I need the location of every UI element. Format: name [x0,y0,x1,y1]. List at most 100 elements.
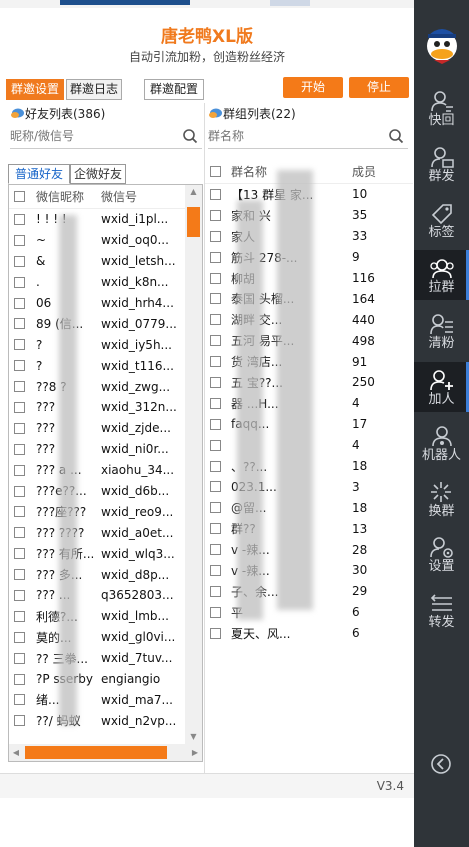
group-checkbox[interactable] [210,335,221,347]
groups-search[interactable] [208,125,408,149]
arrow-left-circle-icon[interactable] [429,752,453,776]
friend-checkbox[interactable] [14,318,25,330]
sidebar-item-person-gear[interactable]: 设置 [414,529,469,579]
sidebar-item-person-send[interactable]: 群发 [414,139,469,189]
friend-checkbox[interactable] [14,297,25,309]
select-all-groups-checkbox[interactable] [210,166,221,177]
tab-group-invite-log[interactable]: 群邀日志 [66,79,122,100]
friend-checkbox[interactable] [14,234,25,246]
sidebar-item-forward[interactable]: 转发 [414,585,469,635]
friend-checkbox[interactable] [14,360,25,372]
friend-row[interactable]: ???座???wxid_reo9... [9,501,202,522]
scroll-up-icon[interactable]: ▲ [185,185,202,199]
friend-row[interactable]: 莫的... wxid_gl0vi... [9,627,202,648]
friend-row[interactable]: ??? 多...wxid_d8p... [9,564,202,585]
friend-row[interactable]: 06 wxid_hrh4... [9,293,202,314]
friend-row[interactable]: ? wxid_iy5h... [9,334,202,355]
group-checkbox[interactable] [210,272,221,284]
friends-search-input[interactable] [10,125,202,147]
group-checkbox[interactable] [210,564,221,576]
stop-button[interactable]: 停止 [349,77,409,98]
friend-row[interactable]: . wxid_k8n... [9,272,202,293]
friend-row[interactable]: ??? ????wxid_a0et... [9,522,202,543]
friend-checkbox[interactable] [14,527,25,539]
friend-checkbox[interactable] [14,381,25,393]
friend-row[interactable]: ??? ... q3652803... [9,585,202,606]
friend-row[interactable]: 89 (信...wxid_0779... [9,313,202,334]
friend-checkbox[interactable] [14,276,25,288]
friends-hscroll-thumb[interactable] [25,746,167,759]
tab-wecom-friends[interactable]: 企微好友 [70,164,126,184]
group-checkbox[interactable] [210,418,221,430]
group-checkbox[interactable] [210,397,221,409]
friend-checkbox[interactable] [14,443,25,455]
sidebar-item-sparkle[interactable]: 换群 [414,474,469,524]
friend-checkbox[interactable] [14,339,25,351]
group-checkbox[interactable] [210,481,221,493]
friend-checkbox[interactable] [14,548,25,560]
friend-row[interactable]: ??? wxid_zjde... [9,418,202,439]
friend-checkbox[interactable] [14,506,25,518]
group-checkbox[interactable] [210,439,221,451]
sidebar-item-group[interactable]: 拉群 [414,250,469,300]
friend-checkbox[interactable] [14,715,25,727]
start-button[interactable]: 开始 [283,77,343,98]
group-checkbox[interactable] [210,314,221,326]
friend-checkbox[interactable] [14,485,25,497]
friend-checkbox[interactable] [14,631,25,643]
friends-scroll-thumb[interactable] [187,207,200,237]
friend-row[interactable]: ! ! ! ! wxid_i1pl... [9,209,202,230]
group-checkbox[interactable] [210,356,221,368]
tab-normal-friends[interactable]: 普通好友 [8,164,70,184]
friend-checkbox[interactable] [14,422,25,434]
friend-checkbox[interactable] [14,673,25,685]
group-checkbox[interactable] [210,230,221,242]
search-icon[interactable] [182,128,198,144]
group-checkbox[interactable] [210,293,221,305]
group-checkbox[interactable] [210,585,221,597]
group-checkbox[interactable] [210,251,221,263]
friend-row[interactable]: ??? 有所...wxid_wlq3... [9,543,202,564]
friend-row[interactable]: ??/ 蚂蚁wxid_n2vp... [9,710,202,731]
friend-checkbox[interactable] [14,569,25,581]
sidebar-item-robot[interactable]: 机器人 [414,418,469,468]
friend-checkbox[interactable] [14,694,25,706]
sidebar-item-person-list[interactable]: 清粉 [414,306,469,356]
friends-vertical-scrollbar[interactable]: ▲ ▼ [185,185,202,744]
friend-row[interactable]: ??? wxid_ni0r... [9,439,202,460]
friend-checkbox[interactable] [14,464,25,476]
group-checkbox[interactable] [210,460,221,472]
friend-checkbox[interactable] [14,255,25,267]
group-checkbox[interactable] [210,376,221,388]
friend-row[interactable]: ???e??...wxid_d6b... [9,481,202,502]
friend-row[interactable]: ~ wxid_oq0... [9,230,202,251]
friend-row[interactable]: ??8 ? wxid_zwg... [9,376,202,397]
sidebar-item-tag[interactable]: 标签 [414,195,469,245]
group-checkbox[interactable] [210,544,221,556]
friend-row[interactable]: ??? wxid_312n... [9,397,202,418]
group-checkbox[interactable] [210,188,221,200]
friend-row[interactable]: 利德?... wxid_lmb... [9,606,202,627]
friend-checkbox[interactable] [14,401,25,413]
friend-checkbox[interactable] [14,610,25,622]
friends-horizontal-scrollbar[interactable]: ◀ ▶ [9,744,202,761]
group-checkbox[interactable] [210,502,221,514]
sidebar-item-person-add[interactable]: 加人 [414,362,469,412]
group-row[interactable]: 夏天、风... 6 [205,623,413,644]
scroll-right-icon[interactable]: ▶ [188,744,202,761]
friend-checkbox[interactable] [14,589,25,601]
scroll-down-icon[interactable]: ▼ [185,730,202,744]
friends-search[interactable] [10,125,202,149]
scroll-left-icon[interactable]: ◀ [9,744,23,761]
friend-row[interactable]: ??? a ...xiaohu_34... [9,460,202,481]
search-icon[interactable] [388,128,404,144]
group-checkbox[interactable] [210,209,221,221]
tab-group-invite-settings[interactable]: 群邀设置 [6,79,64,100]
friend-row[interactable]: 绪... wxid_ma7... [9,689,202,710]
friend-row[interactable]: ?P sserbyengiangio [9,669,202,690]
group-checkbox[interactable] [210,606,221,618]
group-checkbox[interactable] [210,627,221,639]
select-all-checkbox[interactable] [14,191,25,202]
friend-checkbox[interactable] [14,213,25,225]
groups-search-input[interactable] [208,125,408,147]
